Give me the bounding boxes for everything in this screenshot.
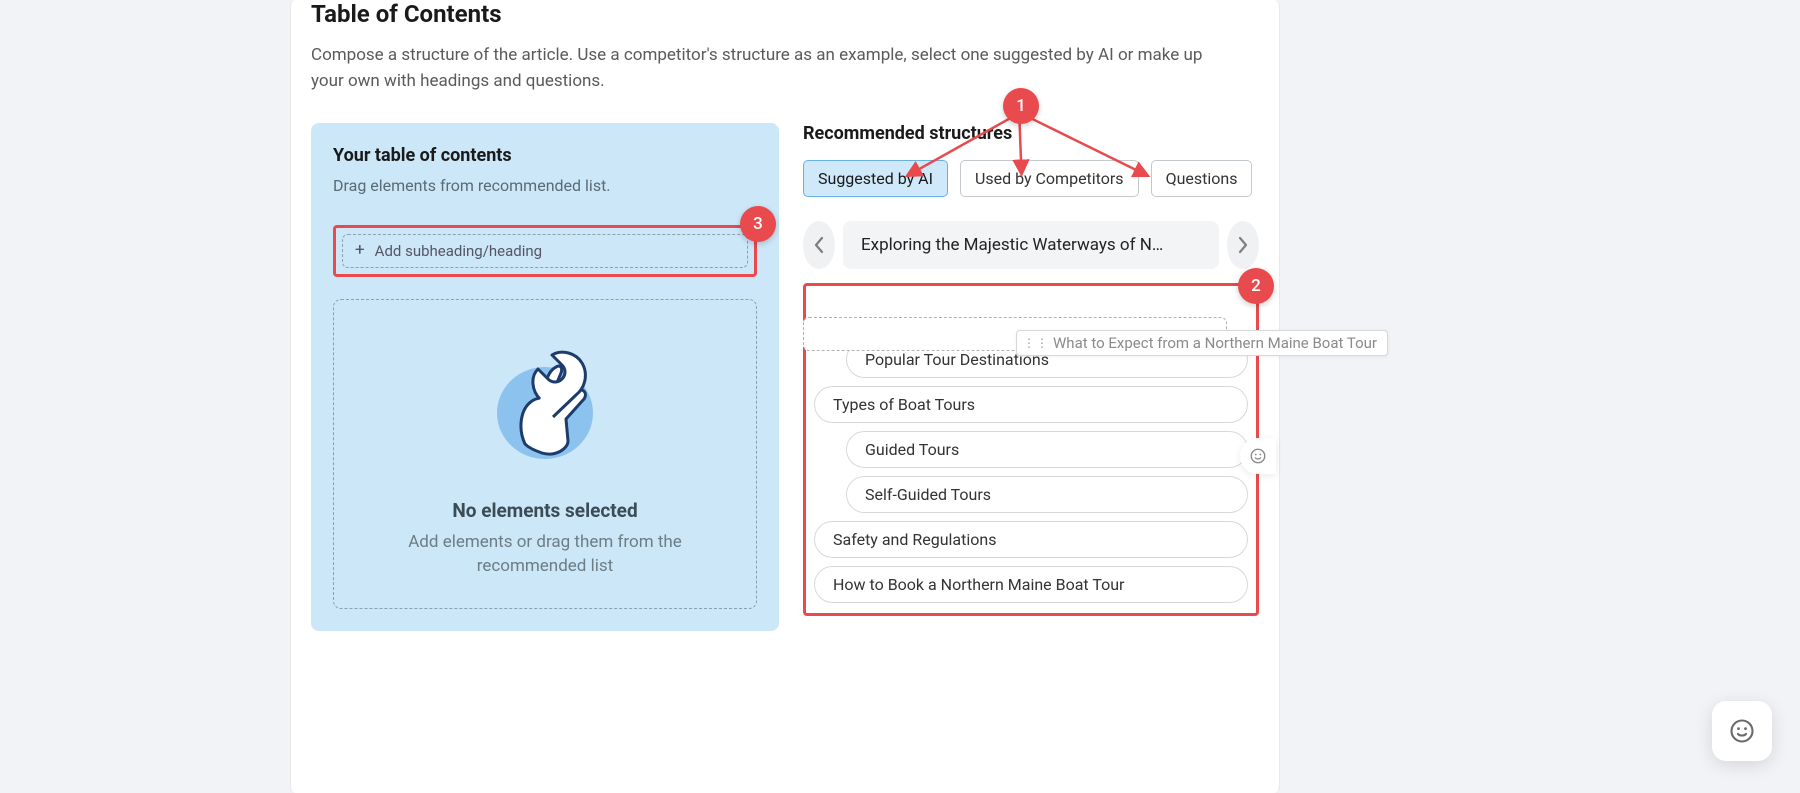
annotation-badge-3: 3 [740,206,776,242]
tab-used-by-competitors[interactable]: Used by Competitors [960,160,1139,197]
tab-suggested-by-ai[interactable]: Suggested by AI [803,160,948,197]
your-toc-hint: Drag elements from recommended list. [333,176,757,195]
grip-icon: ⋮⋮ [1023,336,1049,350]
carousel-prev-button[interactable] [803,221,835,269]
annotation-badge-2: 2 [1238,268,1274,304]
feedback-side-button[interactable] [1240,438,1276,474]
chevron-left-icon [813,236,825,254]
dropzone-title: No elements selected [452,499,637,522]
your-toc-panel: Your table of contents Drag elements fro… [311,123,779,631]
structure-carousel: Exploring the Majestic Waterways of N… [803,221,1259,269]
recommended-panel: Recommended structures Suggested by AI U… [803,123,1259,631]
smile-icon [1728,717,1756,745]
annotation-box-3: 3 + Add subheading/heading [333,225,757,277]
your-toc-title: Your table of contents [333,145,757,166]
drag-ghost: ⋮⋮ What to Expect from a Northern Maine … [1016,330,1388,356]
tab-questions[interactable]: Questions [1151,160,1253,197]
page-description: Compose a structure of the article. Use … [311,42,1221,95]
structure-item[interactable]: Types of Boat Tours [814,386,1248,423]
toc-dropzone[interactable]: No elements selected Add elements or dra… [333,299,757,609]
structure-item[interactable]: Guided Tours [846,431,1248,468]
recommended-title: Recommended structures [803,123,1259,144]
carousel-title: Exploring the Majestic Waterways of N… [843,221,1219,269]
plus-icon: + [355,242,365,259]
structure-item[interactable]: How to Book a Northern Maine Boat Tour [814,566,1248,603]
add-heading-button[interactable]: + Add subheading/heading [342,234,748,268]
drag-ghost-label: What to Expect from a Northern Maine Boa… [1053,334,1377,352]
add-heading-label: Add subheading/heading [375,242,542,260]
structure-tabs: Suggested by AI Used by Competitors Ques… [803,160,1259,197]
wrench-hand-icon [470,329,620,479]
carousel-next-button[interactable] [1227,221,1259,269]
page-title: Table of Contents [311,0,1259,28]
structure-item[interactable]: Safety and Regulations [814,521,1248,558]
chevron-right-icon [1237,236,1249,254]
dropzone-subtitle: Add elements or drag them from the recom… [380,530,710,579]
feedback-fab[interactable] [1712,701,1772,761]
structure-item[interactable]: Self-Guided Tours [846,476,1248,513]
smile-icon [1249,447,1267,465]
annotation-badge-1: 1 [1003,88,1039,124]
